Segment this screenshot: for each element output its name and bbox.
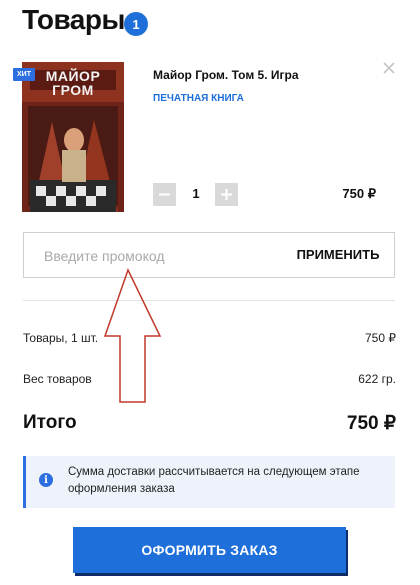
plus-icon (221, 189, 232, 200)
place-order-button[interactable]: ОФОРМИТЬ ЗАКАЗ (73, 527, 346, 573)
delivery-info-text: Сумма доставки рассчитывается на следующ… (68, 466, 360, 495)
product-title[interactable]: Майор Гром. Том 5. Игра (153, 68, 299, 82)
total-value: 750 ₽ (346, 413, 396, 434)
annotation-arrow (103, 268, 162, 403)
info-icon: i (39, 473, 53, 487)
goods-count-label: Товары, 1 шт. (23, 331, 99, 345)
cover-title-text: МАЙОР ГРОМ (45, 68, 101, 98)
promo-code-input[interactable] (44, 246, 264, 266)
item-price: 750 ₽ (342, 186, 376, 201)
section-divider (23, 300, 395, 301)
items-count-badge: 1 (124, 12, 148, 36)
page-title: Товары (22, 4, 125, 35)
weight-value: 622 гр. (358, 372, 396, 386)
total-label: Итого (23, 412, 77, 433)
close-icon (383, 62, 395, 74)
minus-icon (159, 193, 170, 196)
quantity-value: 1 (192, 186, 200, 201)
quantity-decrease-button[interactable] (153, 183, 176, 206)
goods-sum-value: 750 ₽ (365, 331, 396, 345)
quantity-increase-button[interactable] (215, 183, 238, 206)
remove-item-button[interactable] (381, 60, 397, 76)
weight-label: Вес товаров (23, 372, 92, 386)
product-type-label: ПЕЧАТНАЯ КНИГА (153, 93, 244, 104)
bestseller-badge: ХИТ (13, 68, 35, 81)
apply-promo-button[interactable]: ПРИМЕНИТЬ (290, 247, 386, 262)
